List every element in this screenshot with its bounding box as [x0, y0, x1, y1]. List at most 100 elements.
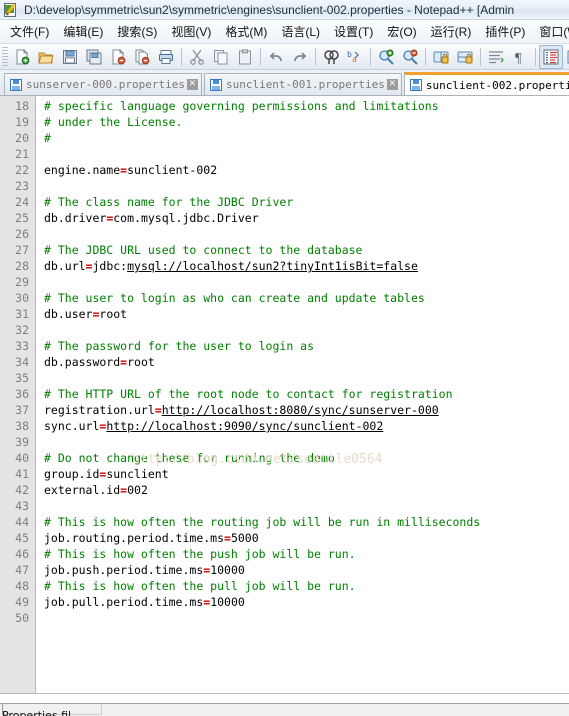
code-line[interactable] [44, 498, 569, 514]
token-url: http://localhost:9090/sync/sunclient-002 [106, 419, 384, 433]
code-line[interactable] [44, 434, 569, 450]
replace-icon[interactable]: ba [343, 45, 367, 69]
line-number: 24 [15, 195, 29, 209]
open-file-icon[interactable] [34, 45, 58, 69]
token-comment: # This is how often the routing job will… [44, 515, 481, 529]
code-line[interactable]: db.user=root [44, 306, 569, 322]
line-number: 40 [15, 451, 29, 465]
menu-edit[interactable]: 编辑(E) [56, 21, 110, 42]
code-line[interactable]: sync.url=http://localhost:9090/sync/sunc… [44, 418, 569, 434]
code-line[interactable]: job.push.period.time.ms=10000 [44, 562, 569, 578]
code-line[interactable]: engine.name=sunclient-002 [44, 162, 569, 178]
redo-icon[interactable] [288, 45, 312, 69]
zoom-out-icon[interactable] [398, 45, 422, 69]
tab-sunserver-000[interactable]: sunserver-000.properties ✕ [4, 73, 202, 95]
word-wrap-icon[interactable] [484, 45, 508, 69]
code-line[interactable]: job.routing.period.time.ms=5000 [44, 530, 569, 546]
code-line[interactable] [44, 610, 569, 626]
code-line[interactable] [44, 146, 569, 162]
line-number: 32 [15, 323, 29, 337]
separator-3 [315, 47, 316, 66]
find-icon[interactable] [319, 45, 343, 69]
menu-format[interactable]: 格式(M) [218, 21, 274, 42]
close-file-icon[interactable] [106, 45, 130, 69]
token-val: 002 [127, 483, 148, 497]
token-comment: # The class name for the JDBC Driver [44, 195, 294, 209]
line-number: 20 [15, 131, 29, 145]
code-line[interactable]: # This is how often the push job will be… [44, 546, 569, 562]
code-line[interactable]: db.url=jdbc:mysql://localhost/sun2?tinyI… [44, 258, 569, 274]
menu-file[interactable]: 文件(F) [3, 21, 56, 42]
tool-bar: b a ¶ [0, 44, 569, 70]
token-val: com.mysql.jdbc.Driver [113, 211, 259, 225]
code-line[interactable] [44, 370, 569, 386]
editor-area[interactable]: 18 19 20 21 22 23 24 25 26 27 28 29 30 31 32 33 34 35 36 37… [0, 96, 569, 694]
code-line[interactable]: # The password for the user to login as [44, 338, 569, 354]
undo-icon[interactable] [264, 45, 288, 69]
menu-macro[interactable]: 宏(O) [380, 21, 423, 42]
status-bar: Properties fil [0, 694, 569, 716]
code-line[interactable]: # The user to login as who can create an… [44, 290, 569, 306]
sync-scroll-horizontal-icon[interactable] [453, 45, 477, 69]
line-number: 26 [15, 227, 29, 241]
menu-view[interactable]: 视图(V) [164, 21, 218, 42]
code-line[interactable]: # This is how often the pull job will be… [44, 578, 569, 594]
menu-plugins[interactable]: 插件(P) [478, 21, 532, 42]
code-line[interactable] [44, 322, 569, 338]
new-file-icon[interactable] [10, 45, 34, 69]
tab-sunclient-001[interactable]: sunclient-001.properties ✕ [203, 73, 402, 95]
code-line[interactable]: external.id=002 [44, 482, 569, 498]
code-line[interactable]: db.password=root [44, 354, 569, 370]
user-defined-language-icon[interactable] [563, 45, 569, 69]
code-line[interactable]: # The HTTP URL of the root node to conta… [44, 386, 569, 402]
menu-settings[interactable]: 设置(T) [327, 21, 380, 42]
code-line[interactable]: db.driver=com.mysql.jdbc.Driver [44, 210, 569, 226]
save-all-icon[interactable] [82, 45, 106, 69]
line-number: 23 [15, 179, 29, 193]
zoom-in-icon[interactable] [374, 45, 398, 69]
code-line[interactable]: # Do not change these for running the de… [44, 450, 569, 466]
copy-icon[interactable] [209, 45, 233, 69]
status-bar-divider [0, 695, 569, 704]
toolbar-grip[interactable] [2, 46, 8, 67]
file-save-icon [10, 78, 22, 91]
token-val: jdbc: [92, 259, 128, 273]
token-comment: # This is how often the push job will be… [44, 547, 356, 561]
code-line[interactable] [44, 274, 569, 290]
code-area[interactable]: # specific language governing permission… [36, 96, 569, 693]
show-all-chars-icon[interactable]: ¶ [508, 45, 532, 69]
file-save-icon [209, 78, 222, 91]
menu-window[interactable]: 窗口(W [532, 21, 569, 42]
menu-bar: 文件(F) 编辑(E) 搜索(S) 视图(V) 格式(M) 语言(L) 设置(T) 宏(O) 运… [0, 20, 569, 44]
code-line[interactable]: # [44, 130, 569, 146]
code-line[interactable] [44, 226, 569, 242]
code-line[interactable]: # specific language governing permission… [44, 98, 569, 114]
code-line[interactable]: group.id=sunclient [44, 466, 569, 482]
code-line[interactable]: # This is how often the routing job will… [44, 514, 569, 530]
token-key: group.id [44, 467, 100, 481]
tab-close-icon[interactable]: ✕ [186, 79, 198, 90]
code-line[interactable]: # The JDBC URL used to connect to the da… [44, 242, 569, 258]
tab-close-icon[interactable]: ✕ [386, 79, 398, 90]
token-val: 10000 [210, 595, 245, 609]
code-line[interactable]: # The class name for the JDBC Driver [44, 194, 569, 210]
line-number: 42 [15, 483, 29, 497]
paste-icon[interactable] [233, 45, 257, 69]
menu-search[interactable]: 搜索(S) [110, 21, 164, 42]
line-number: 35 [15, 371, 29, 385]
indent-guide-icon[interactable] [539, 44, 563, 69]
code-line[interactable] [44, 178, 569, 194]
line-number: 31 [15, 307, 29, 321]
close-all-files-icon[interactable] [130, 45, 154, 69]
code-line[interactable]: registration.url=http://localhost:8080/s… [44, 402, 569, 418]
tab-sunclient-002[interactable]: sunclient-002.properties✕ [403, 72, 569, 95]
token-comment: # [44, 131, 51, 145]
menu-language[interactable]: 语言(L) [274, 21, 327, 42]
sync-scroll-vertical-icon[interactable] [429, 45, 453, 69]
code-line[interactable]: # under the License. [44, 114, 569, 130]
cut-icon[interactable] [185, 45, 209, 69]
save-icon[interactable] [58, 45, 82, 69]
print-icon[interactable] [154, 45, 178, 69]
code-line[interactable]: job.pull.period.time.ms=10000 [44, 594, 569, 610]
menu-run[interactable]: 运行(R) [424, 21, 479, 42]
